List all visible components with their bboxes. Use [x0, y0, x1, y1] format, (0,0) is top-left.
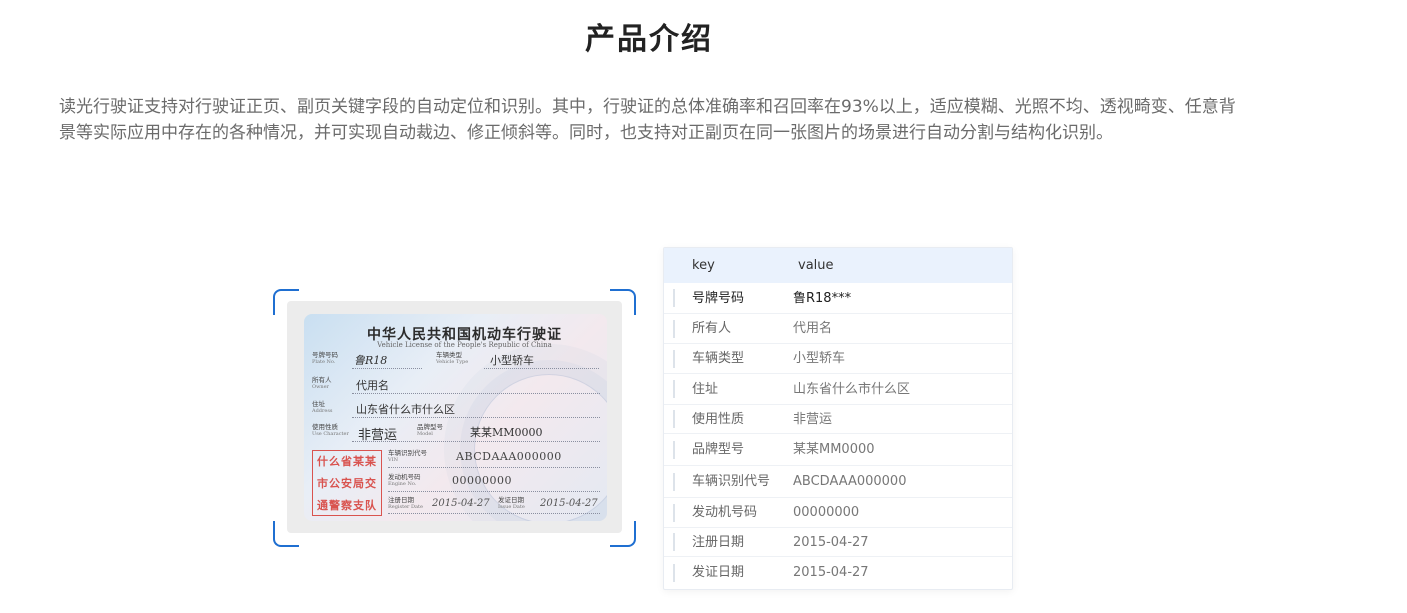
table-cell-key: 发证日期 [692, 565, 745, 580]
recognition-result-table: key value 号牌号码 鲁R18*** 所有人 代用名车辆类型 小型轿车住址 山东省… [663, 247, 1013, 590]
license-line [388, 513, 600, 514]
table-row: 住址 山东省什么市什么区 [664, 374, 1012, 405]
license-line [352, 368, 422, 369]
license-plate-value: 鲁R18 [354, 354, 388, 367]
table-cell-value: 小型轿车 [793, 351, 846, 366]
license-register-label: 注册日期 Register Date [388, 496, 423, 511]
row-indicator [673, 472, 675, 491]
license-line [388, 467, 600, 468]
table-row: 品牌型号 某某MM0000 [664, 434, 1012, 466]
license-model-label: 品牌型号 Model [417, 423, 443, 438]
table-cell-key: 品牌型号 [692, 442, 745, 457]
license-plate-label: 号牌号码 Plate No. [312, 351, 338, 366]
table-header-key: key [692, 258, 715, 273]
vehicle-license-card: 中华人民共和国机动车行驶证 Vehicle License of the Peo… [304, 314, 607, 521]
license-issue-value: 2015-04-27 [540, 498, 598, 509]
table-cell-key: 注册日期 [692, 535, 745, 550]
license-subtitle: Vehicle License of the People's Republic… [377, 341, 552, 349]
table-cell-value: 某某MM0000 [793, 442, 875, 457]
section-title: 产品介绍 [585, 22, 713, 57]
table-row: 注册日期 2015-04-27 [664, 528, 1012, 557]
license-model-value: 某某MM0000 [470, 426, 543, 439]
row-indicator [673, 319, 675, 338]
table-row: 车辆识别代号 ABCDAAA000000 [664, 466, 1012, 498]
license-line [388, 491, 600, 492]
table-cell-key: 发动机号码 [692, 505, 758, 520]
license-line [352, 393, 600, 394]
table-row: 所有人 代用名 [664, 314, 1012, 344]
row-indicator [673, 533, 675, 551]
table-cell-key: 住址 [692, 382, 719, 397]
row-indicator [673, 440, 675, 459]
license-vin-label: 车辆识别代号 VIN [388, 449, 427, 464]
license-register-value: 2015-04-27 [432, 498, 490, 509]
police-stamp: 什么省某某 市公安局交 通警察支队 [312, 450, 382, 516]
row-indicator [673, 564, 675, 582]
table-header: key value [664, 248, 1012, 283]
table-cell-key: 车辆识别代号 [692, 474, 771, 489]
intro-paragraph: 读光行驶证支持对行驶证正页、副页关键字段的自动定位和识别。其中，行驶证的总体准确… [59, 97, 1236, 143]
table-cell-value: 鲁R18*** [793, 291, 852, 306]
license-issue-label: 发证日期 Issue Date [498, 496, 525, 511]
table-row: 发证日期 2015-04-27 [664, 557, 1012, 589]
license-type-label: 车辆类型 Vehicle Type [436, 351, 469, 366]
row-indicator [673, 503, 675, 522]
license-engine-label: 发动机号码 Engine No. [388, 473, 421, 488]
license-address-label: 住址 Address [312, 400, 333, 415]
license-type-value: 小型轿车 [490, 354, 534, 367]
table-cell-value: 2015-04-27 [793, 565, 869, 580]
table-cell-value: 2015-04-27 [793, 535, 869, 550]
license-use-label: 使用性质 Use Character [312, 423, 349, 438]
license-line [352, 417, 600, 418]
table-cell-value: 山东省什么市什么区 [793, 382, 911, 397]
table-cell-value: 代用名 [793, 321, 833, 336]
license-engine-value: 00000000 [452, 474, 512, 487]
table-row: 车辆类型 小型轿车 [664, 344, 1012, 374]
license-vin-value: ABCDAAA000000 [456, 450, 562, 463]
table-cell-key: 所有人 [692, 321, 732, 336]
table-row: 号牌号码 鲁R18*** [664, 283, 1012, 314]
row-indicator [673, 410, 675, 428]
table-row: 使用性质 非营运 [664, 405, 1012, 434]
license-line [484, 368, 599, 369]
table-cell-key: 号牌号码 [692, 291, 745, 306]
table-cell-value: 非营运 [793, 412, 833, 427]
row-indicator [673, 289, 675, 307]
table-row: 发动机号码 00000000 [664, 498, 1012, 528]
table-cell-value: ABCDAAA000000 [793, 474, 907, 489]
license-address-value: 山东省什么市什么区 [356, 403, 455, 416]
row-indicator [673, 380, 675, 398]
table-cell-key: 使用性质 [692, 412, 745, 427]
row-indicator [673, 349, 675, 368]
table-cell-value: 00000000 [793, 505, 860, 520]
table-cell-key: 车辆类型 [692, 351, 745, 366]
license-owner-label: 所有人 Owner [312, 376, 332, 391]
license-line [352, 441, 600, 442]
license-owner-value: 代用名 [356, 379, 389, 392]
table-header-value: value [798, 258, 834, 273]
